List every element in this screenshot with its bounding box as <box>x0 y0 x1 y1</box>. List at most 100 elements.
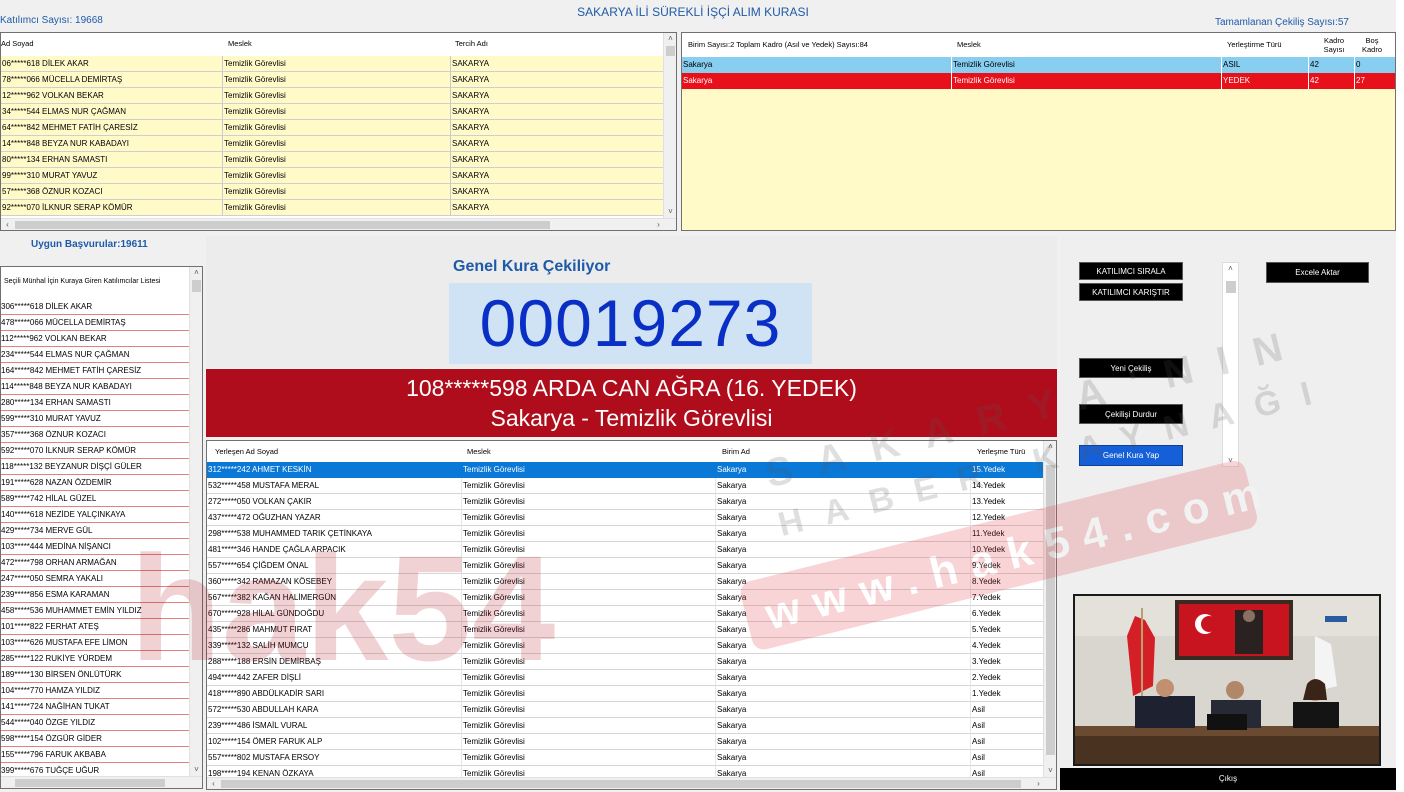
table-row[interactable]: 34*****544 ELMAS NUR ÇAĞMAN Temizlik Göre… <box>1 104 665 120</box>
table-row[interactable]: 298*****538 MUHAMMED TARIK ÇETİNKAYA Temi… <box>207 526 1045 542</box>
new-draw-button[interactable]: Yeni Çekiliş <box>1079 358 1183 378</box>
eligible-list[interactable]: Seçili Münhal İçin Kuraya Giren Katılımc… <box>0 266 203 789</box>
table-row[interactable]: 102*****154 ÖMER FARUK ALP Temizlik Görev… <box>207 734 1045 750</box>
list-item[interactable]: 285*****122 RUKİYE YÜRDEM <box>1 651 190 667</box>
scroll-down-icon[interactable]: ˅ <box>190 764 202 776</box>
table-row[interactable]: 557*****654 ÇİĞDEM ÖNAL Temizlik Görevlis… <box>207 558 1045 574</box>
list-item[interactable]: 155*****796 FARUK AKBABA <box>1 747 190 763</box>
horizontal-scrollbar[interactable]: ‹ › <box>1 218 676 230</box>
column-header-unit[interactable]: Birim Ad <box>722 441 750 462</box>
scroll-right-icon[interactable]: › <box>652 219 665 230</box>
table-row[interactable]: 572*****530 ABDULLAH KARA Temizlik Görevl… <box>207 702 1045 718</box>
scroll-thumb[interactable] <box>666 46 675 56</box>
placed-grid[interactable]: Yerleşen Ad Soyad Meslek Birim Ad Yerleş… <box>206 440 1057 790</box>
table-row[interactable]: 272*****050 VOLKAN ÇAKIR Temizlik Görevli… <box>207 494 1045 510</box>
vertical-scrollbar[interactable]: ˄ ˅ <box>663 33 676 218</box>
scroll-up-icon[interactable]: ˄ <box>1224 263 1237 275</box>
table-row[interactable]: 360*****342 RAMAZAN KÖSEBEY Temizlik Göre… <box>207 574 1045 590</box>
column-header-placement-type[interactable]: Yerleşme Türü <box>977 441 1025 462</box>
table-row[interactable]: 239*****486 İSMAİL VURAL Temizlik Görevli… <box>207 718 1045 734</box>
scroll-up-icon[interactable]: ˄ <box>1044 441 1056 453</box>
scroll-up-icon[interactable]: ˄ <box>664 33 676 45</box>
list-item[interactable]: 478*****066 MÜCELLA DEMİRTAŞ <box>1 315 190 331</box>
scroll-thumb[interactable] <box>1226 281 1236 293</box>
table-row[interactable]: 12*****962 VOLKAN BEKAR Temizlik Görevlis… <box>1 88 665 104</box>
table-row[interactable]: 670*****928 HİLAL GÜNDOĞDU Temizlik Görev… <box>207 606 1045 622</box>
list-item[interactable]: 239*****856 ESMA KARAMAN <box>1 587 190 603</box>
table-row[interactable]: 80*****134 ERHAN SAMASTI Temizlik Görevli… <box>1 152 665 168</box>
scroll-right-icon[interactable]: › <box>1032 778 1045 789</box>
scroll-thumb[interactable] <box>15 221 550 229</box>
general-draw-button[interactable]: Genel Kura Yap <box>1079 445 1183 466</box>
scroll-thumb[interactable] <box>221 780 1021 788</box>
list-item[interactable]: 234*****544 ELMAS NUR ÇAĞMAN <box>1 347 190 363</box>
unit-grid[interactable]: Birim Sayısı:2 Toplam Kadro (Asıl ve Yed… <box>681 32 1396 231</box>
table-row[interactable]: Sakarya Temizlik Görevlisi ASIL 42 0 <box>682 57 1395 73</box>
table-row[interactable]: 288*****188 ERSİN DEMİRBAŞ Temizlik Görev… <box>207 654 1045 670</box>
table-row[interactable]: 14*****848 BEYZA NUR KABADAYI Temizlik Gö… <box>1 136 665 152</box>
table-row[interactable]: 437*****472 OĞUZHAN YAZAR Temizlik Görevl… <box>207 510 1045 526</box>
list-item[interactable]: 472*****798 ORHAN ARMAĞAN <box>1 555 190 571</box>
table-row[interactable]: 92*****070 İLKNUR SERAP KÖMÜR Temizlik Gö… <box>1 200 665 216</box>
column-header-unit-count[interactable]: Birim Sayısı:2 Toplam Kadro (Asıl ve Yed… <box>688 33 868 57</box>
scroll-up-icon[interactable]: ˄ <box>190 267 202 279</box>
exit-button[interactable]: Çıkış <box>1060 768 1396 790</box>
export-excel-button[interactable]: Excele Aktar <box>1266 262 1369 283</box>
table-row[interactable]: 418*****890 ABDÜLKADİR SARI Temizlik Göre… <box>207 686 1045 702</box>
table-row[interactable]: 64*****842 MEHMET FATİH ÇARESİZ Temizlik … <box>1 120 665 136</box>
table-row[interactable]: Sakarya Temizlik Görevlisi YEDEK 42 27 <box>682 73 1395 89</box>
scroll-thumb[interactable] <box>192 280 201 292</box>
vertical-scrollbar[interactable]: ˄ ˅ <box>1043 441 1056 777</box>
horizontal-scrollbar[interactable] <box>1 776 202 788</box>
list-item[interactable]: 114*****848 BEYZA NUR KABADAYI <box>1 379 190 395</box>
list-item[interactable]: 306*****618 DİLEK AKAR <box>1 299 190 315</box>
scroll-thumb[interactable] <box>15 779 165 787</box>
table-row[interactable]: 99*****310 MURAT YAVUZ Temizlik Görevlisi… <box>1 168 665 184</box>
table-row[interactable]: 78*****066 MÜCELLA DEMİRTAŞ Temizlik Göre… <box>1 72 665 88</box>
column-header-placement-type[interactable]: Yerleştirme Türü <box>1227 33 1282 57</box>
table-row[interactable]: 06*****618 DİLEK AKAR Temizlik Görevlisi S… <box>1 56 665 72</box>
column-header-job[interactable]: Meslek <box>467 441 491 462</box>
table-row[interactable]: 339*****132 SALİH MUMCU Temizlik Görevlis… <box>207 638 1045 654</box>
column-header-job[interactable]: Meslek <box>957 33 981 57</box>
list-item[interactable]: 599*****310 MURAT YAVUZ <box>1 411 190 427</box>
scroll-thumb[interactable] <box>1046 465 1055 755</box>
list-item[interactable]: 191*****628 NAZAN ÖZDEMİR <box>1 475 190 491</box>
table-row[interactable]: 481*****346 HANDE ÇAĞLA ARPACIK Temizlik … <box>207 542 1045 558</box>
table-row[interactable]: 557*****802 MUSTAFA ERSOY Temizlik Görevl… <box>207 750 1045 766</box>
column-header-quota[interactable]: Kadro Sayısı <box>1314 36 1354 54</box>
sort-participants-button[interactable]: KATILIMCI SIRALA <box>1079 262 1183 280</box>
vertical-scrollbar[interactable]: ˄ ˅ <box>189 267 202 776</box>
table-row[interactable]: 532*****458 MUSTAFA MERAL Temizlik Görevl… <box>207 478 1045 494</box>
table-row-selected[interactable]: 312*****242 AHMET KESKİN Temizlik Görevli… <box>207 462 1045 478</box>
scroll-down-icon[interactable]: ˅ <box>1044 765 1056 777</box>
column-header-vacant[interactable]: Boş Kadro <box>1357 36 1387 54</box>
list-item[interactable]: 429*****734 MERVE GÜL <box>1 523 190 539</box>
table-row[interactable]: 57*****368 ÖZNUR KOZACI Temizlik Görevlis… <box>1 184 665 200</box>
list-item[interactable]: 598*****154 ÖZGÜR GİDER <box>1 731 190 747</box>
table-row[interactable]: 567*****382 KAĞAN HALİMERGÜN Temizlik Gör… <box>207 590 1045 606</box>
stop-draw-button[interactable]: Çekilişi Durdur <box>1079 404 1183 424</box>
list-item[interactable]: 141*****724 NAĞİHAN TUKAT <box>1 699 190 715</box>
list-item[interactable]: 592*****070 İLKNUR SERAP KÖMÜR <box>1 443 190 459</box>
column-header-preference[interactable]: Tercih Adı <box>455 33 488 55</box>
list-item[interactable]: 164*****842 MEHMET FATİH ÇARESİZ <box>1 363 190 379</box>
scroll-down-icon[interactable]: ˅ <box>664 206 676 218</box>
list-item[interactable]: 247*****050 SEMRA YAKALI <box>1 571 190 587</box>
list-item[interactable]: 280*****134 ERHAN SAMASTI <box>1 395 190 411</box>
scroll-down-icon[interactable]: ˅ <box>1224 455 1237 467</box>
column-header-job[interactable]: Meslek <box>228 33 252 55</box>
scroll-left-icon[interactable]: ‹ <box>1 219 14 230</box>
scroll-left-icon[interactable]: ‹ <box>207 778 220 789</box>
column-header-placed-name[interactable]: Yerleşen Ad Soyad <box>215 441 278 462</box>
participant-grid[interactable]: Ad Soyad Meslek Tercih Adı 06*****618 Dİ… <box>0 32 677 231</box>
list-item[interactable]: 189*****130 BİRSEN ÖNLÜTÜRK <box>1 667 190 683</box>
list-item[interactable]: 112*****962 VOLKAN BEKAR <box>1 331 190 347</box>
horizontal-scrollbar[interactable]: ‹ › <box>207 777 1056 789</box>
list-item[interactable]: 101*****822 FERHAT ATEŞ <box>1 619 190 635</box>
vertical-scrollbar[interactable]: ˄ ˅ <box>1222 262 1239 467</box>
list-item[interactable]: 589*****742 HİLAL GÜZEL <box>1 491 190 507</box>
list-item[interactable]: 104*****770 HAMZA YILDIZ <box>1 683 190 699</box>
list-item[interactable]: 103*****444 MEDİNA NİŞANCI <box>1 539 190 555</box>
table-row[interactable]: 494*****442 ZAFER DİŞLİ Temizlik Görevlis… <box>207 670 1045 686</box>
